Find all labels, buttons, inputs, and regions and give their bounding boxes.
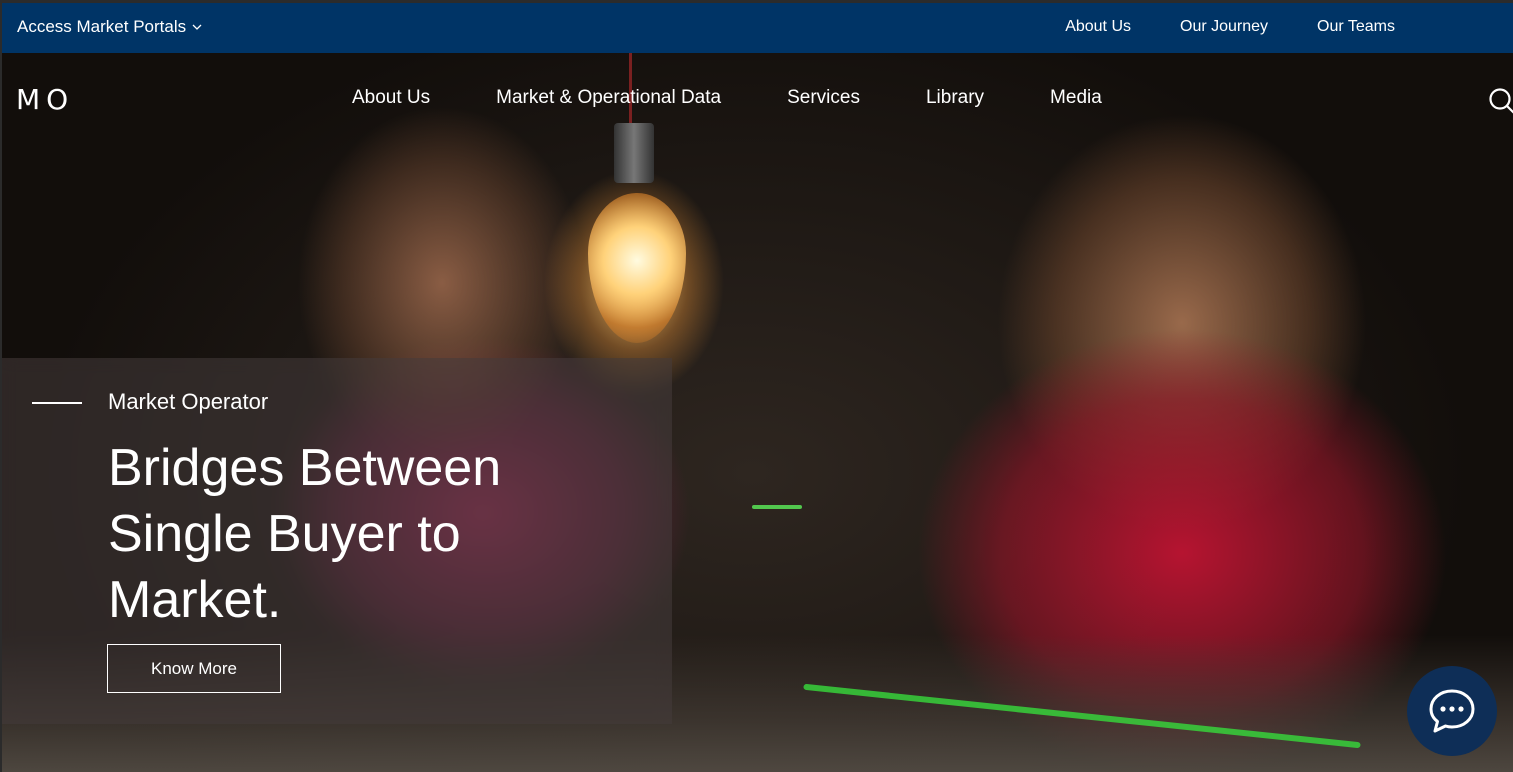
hero-headline-line: Market. (108, 571, 282, 629)
know-more-button[interactable]: Know More (107, 644, 281, 693)
util-link-our-journey[interactable]: Our Journey (1180, 18, 1268, 36)
util-link-about-us[interactable]: About Us (1065, 18, 1131, 36)
nav-item-about-us[interactable]: About Us (352, 87, 430, 109)
util-link-our-teams[interactable]: Our Teams (1317, 18, 1395, 36)
access-market-portals-dropdown[interactable]: Access Market Portals (17, 17, 202, 37)
hero-headline-line: Single Buyer to (108, 505, 461, 563)
utility-links: About Us Our Journey Our Teams (1016, 18, 1395, 36)
nav-item-media[interactable]: Media (1050, 87, 1102, 109)
slate-edge-small (752, 505, 802, 509)
access-market-portals-label: Access Market Portals (17, 17, 187, 36)
chevron-down-icon (192, 24, 202, 30)
nav-item-services[interactable]: Services (787, 87, 860, 109)
main-menu: About Us Market & Operational Data Servi… (352, 87, 1102, 109)
site-logo[interactable]: MO (16, 83, 74, 116)
page: Access Market Portals About Us Our Journ… (0, 0, 1513, 772)
eyebrow-rule (32, 402, 82, 404)
hero-caption-card: Market Operator Bridges Between Single B… (2, 358, 672, 724)
top-utility-bar: Access Market Portals About Us Our Journ… (2, 3, 1513, 53)
nav-item-library[interactable]: Library (926, 87, 984, 109)
light-bulb (588, 193, 686, 343)
hero-headline: Bridges Between Single Buyer to Market. (108, 435, 628, 633)
hero-eyebrow: Market Operator (108, 389, 269, 414)
search-icon[interactable] (1488, 87, 1513, 115)
main-navigation: MO About Us Market & Operational Data Se… (2, 53, 1513, 143)
chat-icon (1429, 689, 1475, 733)
hero-headline-line: Bridges Between (108, 439, 502, 497)
chat-widget-button[interactable] (1407, 666, 1497, 756)
nav-item-market-operational-data[interactable]: Market & Operational Data (496, 87, 721, 109)
